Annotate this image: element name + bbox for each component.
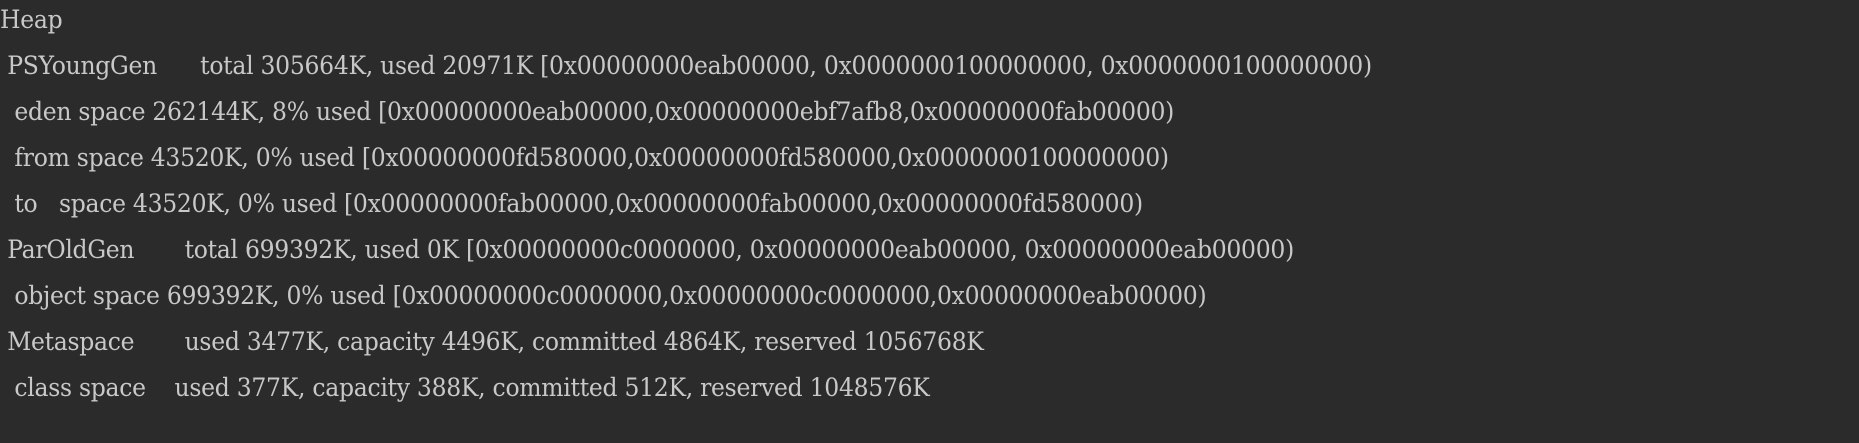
console-line-object-space: object space 699392K, 0% used [0x0000000… (0, 281, 1207, 310)
console-line-from-space: from space 43520K, 0% used [0x00000000fd… (0, 143, 1169, 172)
console-line-psyounggen: PSYoungGen total 305664K, used 20971K [0… (0, 51, 1372, 80)
console-output[interactable]: Heap PSYoungGen total 305664K, used 2097… (0, 0, 1859, 443)
console-line-to-space: to space 43520K, 0% used [0x00000000fab0… (0, 189, 1143, 218)
console-line-heap: Heap (0, 5, 63, 34)
console-line-class-space: class space used 377K, capacity 388K, co… (0, 373, 930, 402)
console-line-paroldgen: ParOldGen total 699392K, used 0K [0x0000… (0, 235, 1294, 264)
console-line-metaspace: Metaspace used 3477K, capacity 4496K, co… (0, 327, 984, 356)
console-line-eden-space: eden space 262144K, 8% used [0x00000000e… (0, 97, 1175, 126)
